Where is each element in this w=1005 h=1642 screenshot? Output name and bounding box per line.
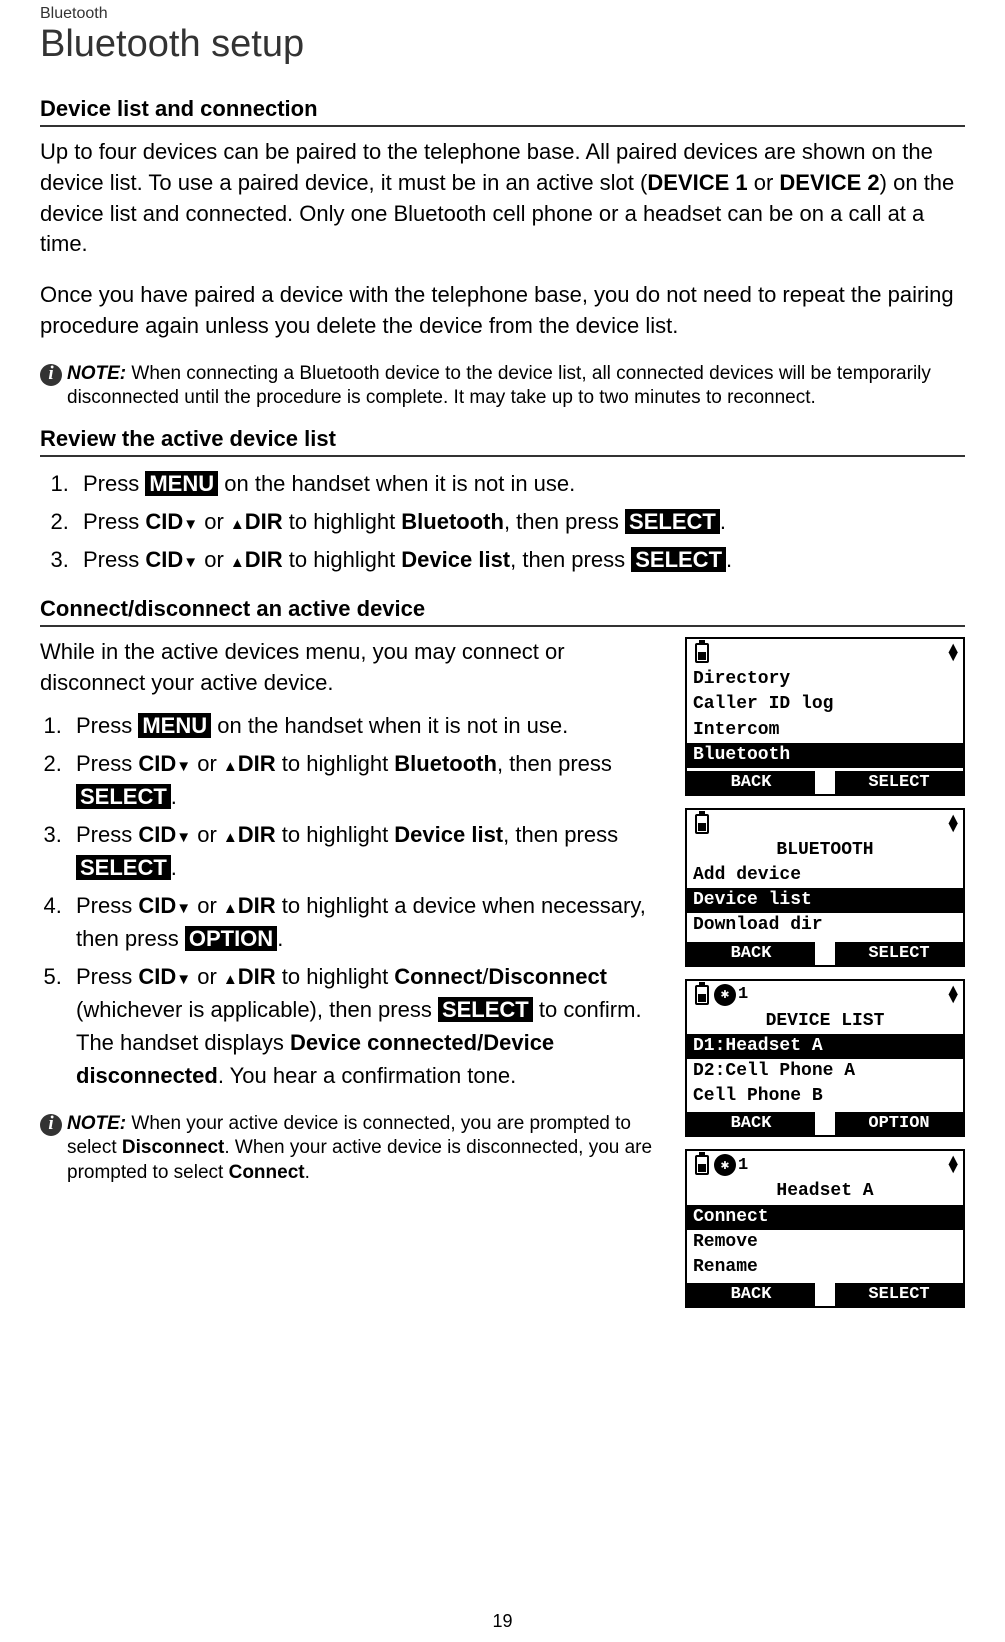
back-softkey: BACK [687,942,815,965]
connect-intro: While in the active devices menu, you ma… [40,637,670,699]
scroll-arrows-icon: ▲▼ [948,645,958,661]
list-item: Press CID or DIR to highlight Device lis… [68,818,670,884]
review-steps-list: Press MENU on the handset when it is not… [75,467,965,576]
back-softkey: BACK [687,1283,815,1306]
battery-icon [695,643,709,663]
header-category: Bluetooth [40,0,965,23]
section-device-list-title: Device list and connection [40,96,965,127]
list-item: Press MENU on the handset when it is not… [75,467,965,500]
battery-icon [695,1155,709,1175]
body-paragraph-2: Once you have paired a device with the t… [40,280,965,342]
page-number: 19 [492,1611,512,1632]
list-item: Press CID or DIR to highlight Bluetooth,… [68,747,670,813]
info-icon: i [40,1114,62,1136]
section-connect-title: Connect/disconnect an active device [40,596,965,627]
page-title: Bluetooth setup [40,23,965,66]
list-item: Press CID or DIR to highlight Device lis… [75,543,965,576]
list-item: Press MENU on the handset when it is not… [68,709,670,742]
scroll-arrows-icon: ▲▼ [948,1157,958,1173]
list-item: Press CID or DIR to highlight a device w… [68,889,670,955]
lcd-screen-bluetooth: ▲▼ BLUETOOTH Add device Device list Down… [685,808,965,967]
note-block-2: i NOTE: When your active device is conne… [40,1112,670,1186]
back-softkey: BACK [687,771,815,794]
back-softkey: BACK [687,1112,815,1135]
note-block-1: i NOTE: When connecting a Bluetooth devi… [40,362,965,411]
body-paragraph-1: Up to four devices can be paired to the … [40,137,965,260]
select-softkey: SELECT [835,1283,963,1306]
lcd-screen-device-options: ✱ 1 ▲▼ Headset A Connect Remove Rename B… [685,1149,965,1308]
section-review-title: Review the active device list [40,426,965,457]
list-item: Press CID or DIR to highlight Bluetooth,… [75,505,965,538]
scroll-arrows-icon: ▲▼ [948,816,958,832]
lcd-screen-menu: ▲▼ Directory Caller ID log Intercom Blue… [685,637,965,796]
select-softkey: SELECT [835,771,963,794]
connect-steps-list: Press MENU on the handset when it is not… [68,709,670,1092]
device-number: 1 [738,1156,748,1175]
scroll-arrows-icon: ▲▼ [948,987,958,1003]
list-item: Press CID or DIR to highlight Connect/Di… [68,960,670,1092]
device-number: 1 [738,985,748,1004]
battery-icon [695,814,709,834]
lcd-screen-device-list: ✱ 1 ▲▼ DEVICE LIST D1:Headset A D2:Cell … [685,979,965,1138]
option-softkey: OPTION [835,1112,963,1135]
bluetooth-icon: ✱ [714,1154,736,1176]
select-softkey: SELECT [835,942,963,965]
battery-icon [695,985,709,1005]
bluetooth-icon: ✱ [714,984,736,1006]
info-icon: i [40,364,62,386]
